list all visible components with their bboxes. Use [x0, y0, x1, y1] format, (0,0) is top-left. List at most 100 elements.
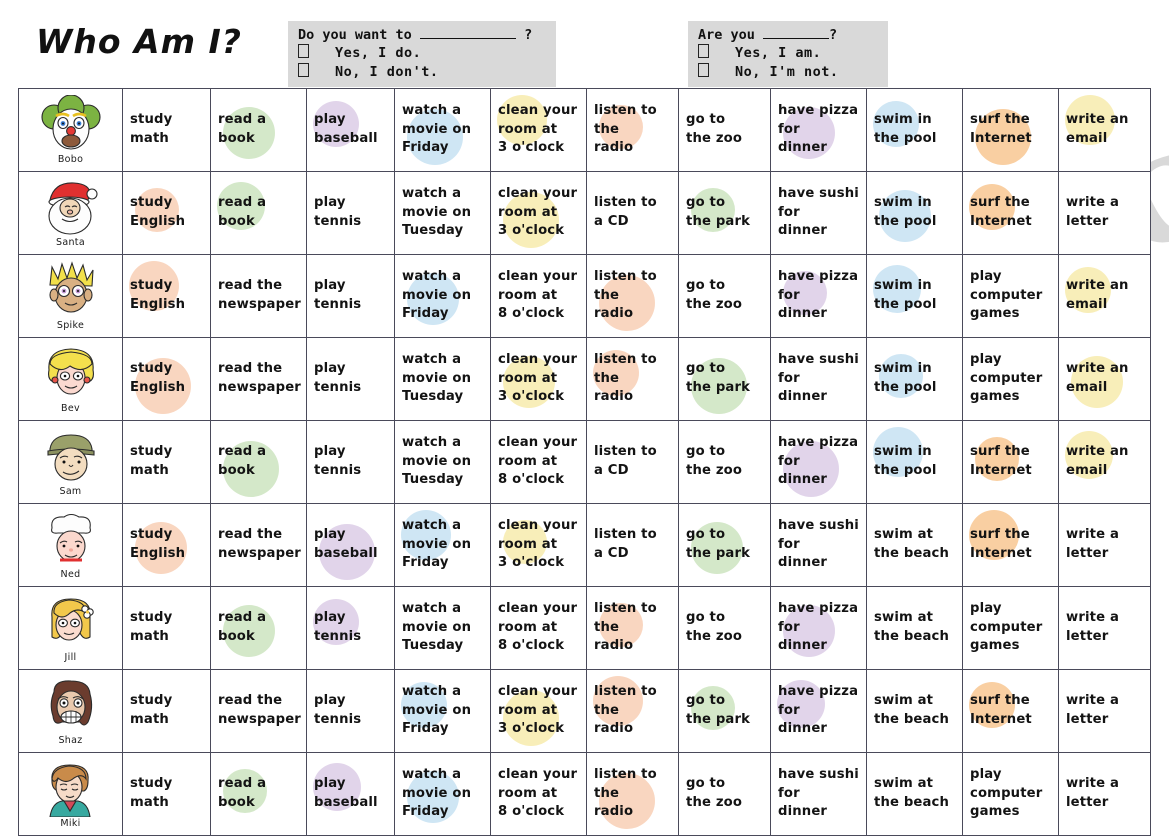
activity-cell[interactable]: watch a movie on Tuesday — [394, 337, 491, 421]
activity-cell[interactable]: go to the park — [678, 171, 771, 255]
activity-cell[interactable]: study English — [122, 254, 211, 338]
activity-cell[interactable]: write an email — [1058, 337, 1151, 421]
activity-cell[interactable]: study English — [122, 503, 211, 587]
activity-cell[interactable]: have pizza for dinner — [770, 669, 867, 753]
activity-cell[interactable]: study math — [122, 752, 211, 836]
activity-cell[interactable]: surf the Internet — [962, 420, 1059, 504]
activity-cell[interactable]: go to the zoo — [678, 420, 771, 504]
activity-cell[interactable]: have pizza for dinner — [770, 586, 867, 670]
activity-cell[interactable]: play tennis — [306, 171, 395, 255]
activity-cell[interactable]: listen to a CD — [586, 420, 679, 504]
activity-cell[interactable]: study math — [122, 88, 211, 172]
activity-cell[interactable]: study math — [122, 420, 211, 504]
activity-cell[interactable]: write an email — [1058, 420, 1151, 504]
activity-cell[interactable]: clean your room at 3 o'clock — [490, 337, 587, 421]
activity-cell[interactable]: swim at the beach — [866, 503, 963, 587]
activity-cell[interactable]: play baseball — [306, 88, 395, 172]
activity-cell[interactable]: go to the zoo — [678, 254, 771, 338]
activity-cell[interactable]: watch a movie on Friday — [394, 88, 491, 172]
activity-cell[interactable]: swim in the pool — [866, 88, 963, 172]
activity-cell[interactable]: read the newspaper — [210, 254, 307, 338]
activity-cell[interactable]: swim at the beach — [866, 752, 963, 836]
activity-cell[interactable]: swim in the pool — [866, 420, 963, 504]
activity-cell[interactable]: play tennis — [306, 254, 395, 338]
activity-cell[interactable]: read the newspaper — [210, 669, 307, 753]
answer-blank[interactable] — [419, 38, 516, 39]
activity-cell[interactable]: watch a movie on Friday — [394, 254, 491, 338]
activity-cell[interactable]: write a letter — [1058, 171, 1151, 255]
activity-cell[interactable]: read the newspaper — [210, 337, 307, 421]
activity-cell[interactable]: write an email — [1058, 88, 1151, 172]
activity-cell[interactable]: write a letter — [1058, 669, 1151, 753]
answer-option-yes[interactable]: Yes, I am. — [698, 44, 878, 62]
activity-cell[interactable]: go to the park — [678, 503, 771, 587]
activity-cell[interactable]: listen to a CD — [586, 503, 679, 587]
activity-cell[interactable]: swim at the beach — [866, 669, 963, 753]
activity-cell[interactable]: play tennis — [306, 586, 395, 670]
activity-cell[interactable]: have pizza for dinner — [770, 88, 867, 172]
activity-cell[interactable]: clean your room at 8 o'clock — [490, 254, 587, 338]
activity-cell[interactable]: read a book — [210, 586, 307, 670]
activity-cell[interactable]: swim in the pool — [866, 337, 963, 421]
answer-option-no[interactable]: No, I don't. — [298, 62, 546, 81]
activity-cell[interactable]: read the newspaper — [210, 503, 307, 587]
checkbox-icon[interactable] — [298, 44, 309, 59]
activity-cell[interactable]: watch a movie on Friday — [394, 752, 491, 836]
activity-cell[interactable]: watch a movie on Friday — [394, 669, 491, 753]
activity-cell[interactable]: study math — [122, 586, 211, 670]
activity-cell[interactable]: surf the Internet — [962, 171, 1059, 255]
activity-cell[interactable]: have sushi for dinner — [770, 503, 867, 587]
activity-cell[interactable]: clean your room at 3 o'clock — [490, 171, 587, 255]
activity-cell[interactable]: write an email — [1058, 254, 1151, 338]
activity-cell[interactable]: go to the zoo — [678, 752, 771, 836]
activity-cell[interactable]: study English — [122, 171, 211, 255]
activity-cell[interactable]: play tennis — [306, 669, 395, 753]
activity-cell[interactable]: swim in the pool — [866, 254, 963, 338]
activity-cell[interactable]: read a book — [210, 171, 307, 255]
activity-cell[interactable]: write a letter — [1058, 586, 1151, 670]
activity-cell[interactable]: watch a movie on Tuesday — [394, 171, 491, 255]
activity-cell[interactable]: clean your room at 3 o'clock — [490, 88, 587, 172]
activity-cell[interactable]: clean your room at 3 o'clock — [490, 503, 587, 587]
activity-cell[interactable]: play computer games — [962, 254, 1059, 338]
activity-cell[interactable]: listen to the radio — [586, 254, 679, 338]
activity-cell[interactable]: play tennis — [306, 337, 395, 421]
activity-cell[interactable]: read a book — [210, 88, 307, 172]
activity-cell[interactable]: study math — [122, 669, 211, 753]
checkbox-icon[interactable] — [298, 62, 309, 77]
activity-cell[interactable]: clean your room at 8 o'clock — [490, 752, 587, 836]
activity-cell[interactable]: clean your room at 8 o'clock — [490, 586, 587, 670]
activity-cell[interactable]: have pizza for dinner — [770, 254, 867, 338]
activity-cell[interactable]: surf the Internet — [962, 669, 1059, 753]
activity-cell[interactable]: go to the zoo — [678, 586, 771, 670]
activity-cell[interactable]: go to the zoo — [678, 88, 771, 172]
activity-cell[interactable]: listen to the radio — [586, 337, 679, 421]
activity-cell[interactable]: have sushi for dinner — [770, 171, 867, 255]
activity-cell[interactable]: study English — [122, 337, 211, 421]
activity-cell[interactable]: go to the park — [678, 337, 771, 421]
checkbox-icon[interactable] — [698, 44, 709, 59]
activity-cell[interactable]: write a letter — [1058, 503, 1151, 587]
activity-cell[interactable]: read a book — [210, 420, 307, 504]
activity-cell[interactable]: swim at the beach — [866, 586, 963, 670]
activity-cell[interactable]: listen to the radio — [586, 88, 679, 172]
activity-cell[interactable]: clean your room at 8 o'clock — [490, 420, 587, 504]
activity-cell[interactable]: have sushi for dinner — [770, 752, 867, 836]
activity-cell[interactable]: play baseball — [306, 752, 395, 836]
activity-cell[interactable]: have sushi for dinner — [770, 337, 867, 421]
activity-cell[interactable]: watch a movie on Tuesday — [394, 586, 491, 670]
answer-blank[interactable] — [763, 38, 830, 39]
activity-cell[interactable]: play computer games — [962, 337, 1059, 421]
checkbox-icon[interactable] — [698, 62, 709, 77]
activity-cell[interactable]: surf the Internet — [962, 88, 1059, 172]
activity-cell[interactable]: go to the park — [678, 669, 771, 753]
activity-cell[interactable]: play computer games — [962, 586, 1059, 670]
answer-option-no[interactable]: No, I'm not. — [698, 62, 878, 81]
activity-cell[interactable]: watch a movie on Tuesday — [394, 420, 491, 504]
activity-cell[interactable]: play baseball — [306, 503, 395, 587]
activity-cell[interactable]: listen to the radio — [586, 586, 679, 670]
activity-cell[interactable]: listen to the radio — [586, 752, 679, 836]
activity-cell[interactable]: listen to a CD — [586, 171, 679, 255]
activity-cell[interactable]: clean your room at 3 o'clock — [490, 669, 587, 753]
activity-cell[interactable]: watch a movie on Friday — [394, 503, 491, 587]
